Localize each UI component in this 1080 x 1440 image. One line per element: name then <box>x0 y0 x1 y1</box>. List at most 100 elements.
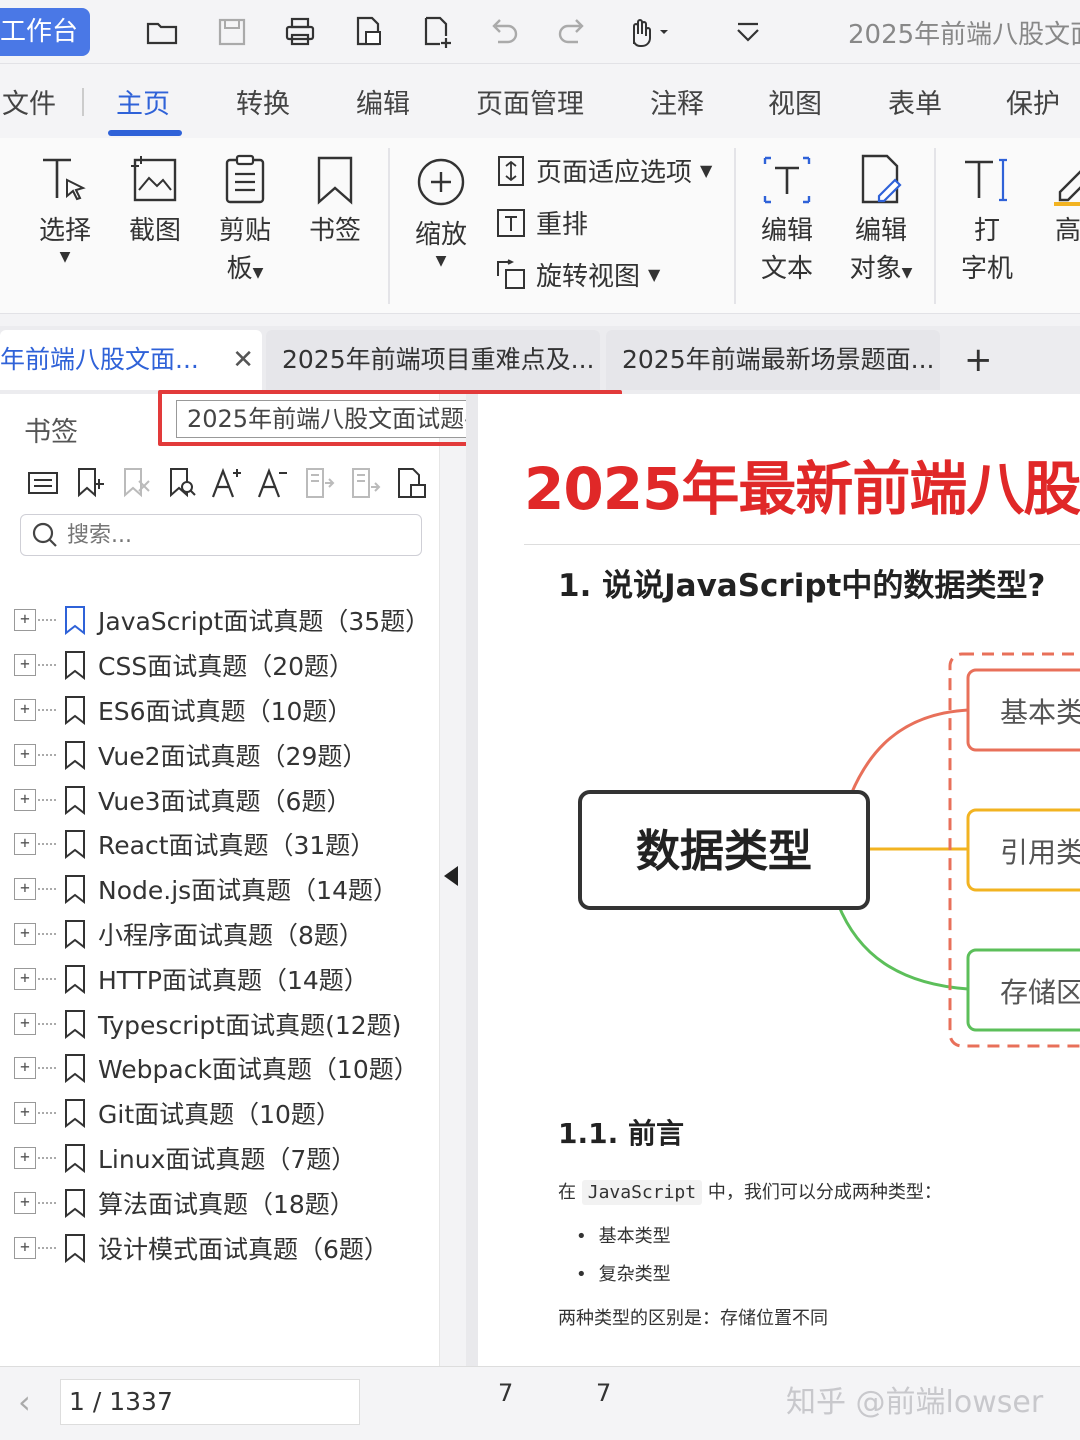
bookmark-item[interactable]: + CSS面试真题（20题） <box>14 643 430 688</box>
workbench-button[interactable]: 工作台 <box>0 8 90 56</box>
menu-annotate[interactable]: 注释 <box>650 82 704 121</box>
menu-view[interactable]: 视图 <box>768 82 822 121</box>
bookmark-item[interactable]: + 设计模式面试真题（6题） <box>14 1225 430 1270</box>
decrease-font-icon[interactable] <box>250 460 296 506</box>
page-number-field[interactable]: 1 / 1337 <box>60 1379 360 1425</box>
expand-icon[interactable]: + <box>14 609 36 632</box>
close-tab-icon[interactable]: ✕ <box>232 330 254 390</box>
bookmark-icon <box>65 1233 85 1263</box>
bookmark-item[interactable]: + Typescript面试真题(12题) <box>14 1001 430 1046</box>
bookmark-icon <box>65 1099 85 1129</box>
open-folder-icon[interactable] <box>140 12 184 52</box>
add-bookmark-icon[interactable] <box>66 460 112 506</box>
increase-font-icon[interactable] <box>204 460 250 506</box>
menu-form[interactable]: 表单 <box>888 82 942 121</box>
search-input[interactable] <box>67 522 387 548</box>
expand-icon[interactable]: + <box>14 1102 36 1125</box>
expand-icon[interactable]: + <box>14 878 36 901</box>
menu-home[interactable]: 主页 <box>116 82 170 121</box>
bookmark-button[interactable]: 书签 <box>304 152 366 250</box>
bookmark-item[interactable]: + Webpack面试真题（10题） <box>14 1046 430 1091</box>
bookmark-item[interactable]: + Vue2面试真题（29题） <box>14 732 430 777</box>
bookmark-toolbar <box>20 460 434 506</box>
mind-center-label: 数据类型 <box>636 826 812 877</box>
reflow-button[interactable]: 重排 <box>494 204 588 241</box>
document-tab-bar: 年前端八股文面... ✕ 2025年前端项目重难点及... 2025年前端最新场… <box>0 326 1080 394</box>
previous-page-icon[interactable]: ‹ <box>18 1383 31 1421</box>
menu-page-manage[interactable]: 页面管理 <box>476 82 584 121</box>
expand-icon[interactable]: + <box>14 1057 36 1080</box>
rotate-view-button[interactable]: 旋转视图 ▼ <box>494 256 660 293</box>
title-rule <box>524 544 1080 545</box>
customize-dropdown-icon[interactable] <box>726 12 770 52</box>
bookmark-icon <box>65 1009 85 1039</box>
expand-icon[interactable]: + <box>14 1012 36 1035</box>
mind-node-ref-label: 引用类 <box>1000 836 1080 869</box>
tree-connector <box>38 1201 56 1204</box>
screenshot-button[interactable]: 截图 <box>124 152 186 250</box>
copy-document-icon[interactable] <box>346 12 390 52</box>
expand-icon[interactable]: + <box>14 922 36 945</box>
bookmark-item[interactable]: + 算法面试真题（18题） <box>14 1180 430 1225</box>
typewriter-button[interactable]: 打字机 <box>956 152 1018 288</box>
tree-connector <box>38 888 56 891</box>
bookmark-item[interactable]: + JavaScript面试真题（35题） <box>14 598 430 643</box>
collapse-bookmarks-icon[interactable] <box>342 460 388 506</box>
fit-page-options-button[interactable]: 页面适应选项 ▼ <box>494 152 712 189</box>
select-tool-button[interactable]: 选择 ▼ <box>34 152 96 264</box>
expand-icon[interactable]: + <box>14 743 36 766</box>
bookmark-item[interactable]: + Linux面试真题（7题） <box>14 1136 430 1181</box>
expand-icon[interactable]: + <box>14 654 36 677</box>
search-bookmark-icon[interactable] <box>158 460 204 506</box>
menu-protect[interactable]: 保护 <box>1006 82 1060 121</box>
bookmark-label: 设计模式面试真题（6题） <box>98 1234 389 1264</box>
tab-document-2[interactable]: 2025年前端项目重难点及... <box>266 330 600 390</box>
collapse-panel-icon[interactable] <box>444 866 458 886</box>
new-document-icon[interactable] <box>414 12 458 52</box>
tree-connector <box>38 798 56 801</box>
tab-document-1[interactable]: 年前端八股文面... ✕ <box>0 330 262 390</box>
intro-paragraph: 在 JavaScript 中，我们可以分成两种类型： <box>558 1180 942 1205</box>
expand-icon[interactable]: + <box>14 698 36 721</box>
print-icon[interactable] <box>278 12 322 52</box>
tab-document-3[interactable]: 2025年前端最新场景题面... <box>606 330 940 390</box>
bookmark-item[interactable]: + ES6面试真题（10题） <box>14 688 430 733</box>
bookmark-icon <box>65 606 85 636</box>
search-icon <box>32 522 57 547</box>
clipboard-button[interactable]: 剪贴 板▼ <box>214 152 276 292</box>
redo-icon[interactable] <box>550 12 594 52</box>
delete-bookmark-icon[interactable] <box>112 460 158 506</box>
undo-icon[interactable] <box>482 12 526 52</box>
bookmark-item[interactable]: + Vue3面试真题（6题） <box>14 777 430 822</box>
bookmark-document-icon[interactable] <box>388 460 434 506</box>
edit-object-button[interactable]: 编辑 对象▼ <box>846 152 916 292</box>
bookmark-item[interactable]: + Node.js面试真题（14题） <box>14 867 430 912</box>
menu-convert[interactable]: 转换 <box>236 82 290 121</box>
bookmark-item[interactable]: + 小程序面试真题（8题） <box>14 912 430 957</box>
hand-tool-icon[interactable] <box>618 12 678 52</box>
expand-icon[interactable]: + <box>14 1146 36 1169</box>
expand-icon[interactable]: + <box>14 1236 36 1259</box>
menu-file[interactable]: 文件 <box>2 82 56 121</box>
bookmark-item[interactable]: + React面试真题（31题） <box>14 822 430 867</box>
zoom-button[interactable]: 缩放 ▼ <box>410 156 472 268</box>
status-number: 7 <box>498 1379 514 1407</box>
bookmark-search[interactable] <box>20 514 422 556</box>
bookmark-label: Vue3面试真题（6题） <box>98 786 352 816</box>
highlight-button[interactable]: 高 <box>1046 152 1080 250</box>
bookmark-item[interactable]: + HTTP面试真题（14题） <box>14 956 430 1001</box>
expand-icon[interactable]: + <box>14 1191 36 1214</box>
tree-connector <box>38 977 56 980</box>
bookmark-icon <box>65 1054 85 1084</box>
expand-bookmarks-icon[interactable] <box>296 460 342 506</box>
bookmark-options-icon[interactable] <box>20 460 66 506</box>
expand-icon[interactable]: + <box>14 788 36 811</box>
expand-icon[interactable]: + <box>14 833 36 856</box>
menu-edit[interactable]: 编辑 <box>356 82 410 121</box>
bookmark-item[interactable]: + Git面试真题（10题） <box>14 1091 430 1136</box>
save-icon[interactable] <box>210 12 254 52</box>
edit-text-button[interactable]: 编辑 文本 <box>756 152 818 288</box>
expand-icon[interactable]: + <box>14 967 36 990</box>
add-tab-icon[interactable]: + <box>964 340 993 380</box>
bookmark-label: Vue2面试真题（29题） <box>98 741 368 771</box>
